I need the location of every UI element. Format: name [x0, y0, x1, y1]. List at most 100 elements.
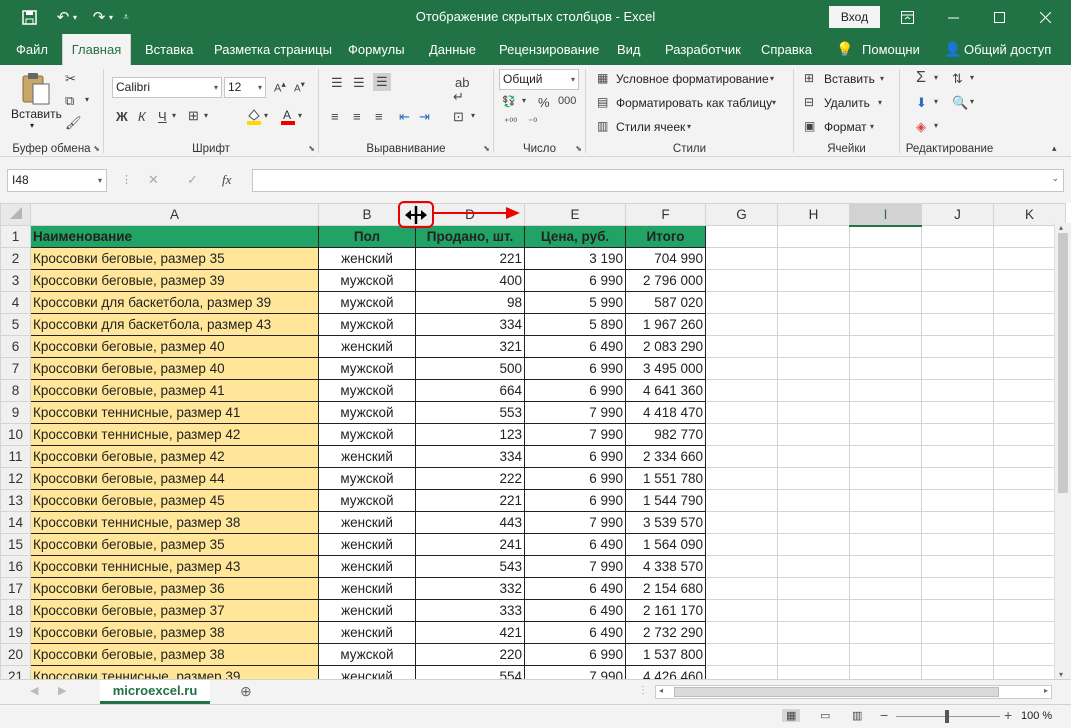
empty-cell[interactable]: [849, 313, 922, 336]
table-header-cell[interactable]: Пол: [318, 225, 416, 248]
table-cell[interactable]: 222: [415, 467, 525, 490]
empty-cell[interactable]: [705, 225, 778, 248]
table-cell[interactable]: 1 564 090: [625, 533, 706, 556]
table-cell[interactable]: Кроссовки беговые, размер 35: [30, 533, 319, 556]
row-header[interactable]: 8: [0, 379, 31, 402]
table-cell[interactable]: 1 544 790: [625, 489, 706, 512]
align-top-icon[interactable]: ☰: [331, 75, 343, 91]
sheet-tab-microexcel[interactable]: microexcel.ru: [100, 680, 210, 704]
empty-cell[interactable]: [849, 269, 922, 292]
insert-cells-button[interactable]: Вставить: [824, 72, 875, 86]
empty-cell[interactable]: [777, 533, 850, 556]
table-cell[interactable]: 421: [415, 621, 525, 644]
table-cell[interactable]: женский: [318, 533, 416, 556]
table-cell[interactable]: 554: [415, 665, 525, 679]
tab-developer[interactable]: Разработчик: [665, 34, 741, 65]
table-cell[interactable]: Кроссовки беговые, размер 37: [30, 599, 319, 622]
table-cell[interactable]: Кроссовки беговые, размер 45: [30, 489, 319, 512]
table-cell[interactable]: 6 990: [524, 643, 626, 666]
table-cell[interactable]: 4 338 570: [625, 555, 706, 578]
table-cell[interactable]: 6 990: [524, 467, 626, 490]
table-cell[interactable]: женский: [318, 555, 416, 578]
empty-cell[interactable]: [777, 445, 850, 468]
table-cell[interactable]: 443: [415, 511, 525, 534]
empty-cell[interactable]: [921, 423, 994, 446]
table-header-cell[interactable]: Продано, шт.: [415, 225, 525, 248]
format-as-table-dropdown-icon[interactable]: ▾: [772, 98, 776, 107]
column-header[interactable]: J: [921, 203, 994, 226]
empty-cell[interactable]: [849, 643, 922, 666]
table-cell[interactable]: 704 990: [625, 247, 706, 270]
empty-cell[interactable]: [849, 533, 922, 556]
empty-cell[interactable]: [921, 247, 994, 270]
table-cell[interactable]: мужской: [318, 291, 416, 314]
wrap-text-icon[interactable]: ↵: [453, 89, 464, 105]
table-header-cell[interactable]: Цена, руб.: [524, 225, 626, 248]
align-right-icon[interactable]: ≡: [375, 109, 383, 124]
table-cell[interactable]: 400: [415, 269, 525, 292]
empty-cell[interactable]: [849, 247, 922, 270]
delete-cells-dropdown-icon[interactable]: ▾: [878, 98, 882, 107]
empty-cell[interactable]: [705, 269, 778, 292]
table-cell[interactable]: 2 083 290: [625, 335, 706, 358]
table-cell[interactable]: Кроссовки беговые, размер 38: [30, 621, 319, 644]
tab-view[interactable]: Вид: [617, 34, 641, 65]
empty-cell[interactable]: [849, 665, 922, 679]
font-color-dropdown-icon[interactable]: ▾: [298, 111, 302, 120]
table-cell[interactable]: мужской: [318, 269, 416, 292]
table-cell[interactable]: Кроссовки для баскетбола, размер 39: [30, 291, 319, 314]
table-cell[interactable]: Кроссовки беговые, размер 35: [30, 247, 319, 270]
underline-button[interactable]: Ч: [158, 109, 167, 124]
empty-cell[interactable]: [705, 489, 778, 512]
fill-color-dropdown-icon[interactable]: ▾: [264, 111, 268, 120]
empty-cell[interactable]: [921, 225, 994, 248]
worksheet-grid[interactable]: A B D E F G H I J K 1 Наименование Пол Прод…: [0, 203, 1071, 679]
underline-dropdown-icon[interactable]: ▾: [172, 111, 176, 120]
cell-styles-dropdown-icon[interactable]: ▾: [687, 122, 691, 131]
empty-cell[interactable]: [849, 599, 922, 622]
tab-review[interactable]: Рецензирование: [499, 34, 599, 65]
empty-cell[interactable]: [705, 533, 778, 556]
table-cell[interactable]: мужской: [318, 423, 416, 446]
scroll-up-icon[interactable]: ▴: [1059, 223, 1063, 232]
row-header[interactable]: 3: [0, 269, 31, 292]
tab-home[interactable]: Главная: [62, 34, 131, 65]
page-layout-view-icon[interactable]: ▭: [820, 709, 830, 722]
table-cell[interactable]: 2 334 660: [625, 445, 706, 468]
clipboard-launcher-icon[interactable]: ⬊: [93, 144, 100, 153]
restore-icon[interactable]: [976, 0, 1022, 34]
share-button[interactable]: Общий доступ: [964, 34, 1051, 65]
table-cell[interactable]: Кроссовки теннисные, размер 42: [30, 423, 319, 446]
row-header[interactable]: 6: [0, 335, 31, 358]
table-cell[interactable]: мужской: [318, 643, 416, 666]
empty-cell[interactable]: [849, 401, 922, 424]
table-cell[interactable]: 7 990: [524, 665, 626, 679]
empty-cell[interactable]: [921, 291, 994, 314]
sort-filter-dropdown-icon[interactable]: ▾: [970, 73, 974, 82]
table-cell[interactable]: женский: [318, 511, 416, 534]
table-cell[interactable]: 2 796 000: [625, 269, 706, 292]
table-cell[interactable]: Кроссовки теннисные, размер 38: [30, 511, 319, 534]
cell-styles-icon[interactable]: ▥: [597, 119, 608, 133]
delete-cells-icon[interactable]: ⊟: [804, 95, 814, 109]
empty-cell[interactable]: [921, 555, 994, 578]
cut-icon[interactable]: ✂: [65, 71, 76, 87]
expand-formula-icon[interactable]: ⌄: [1051, 173, 1059, 184]
conditional-format-dropdown-icon[interactable]: ▾: [770, 74, 774, 83]
column-header-selected[interactable]: I: [849, 203, 922, 227]
fill-icon[interactable]: ⬇: [916, 95, 927, 111]
table-cell[interactable]: 6 490: [524, 533, 626, 556]
empty-cell[interactable]: [705, 577, 778, 600]
row-header[interactable]: 5: [0, 313, 31, 336]
empty-cell[interactable]: [705, 445, 778, 468]
empty-cell[interactable]: [849, 555, 922, 578]
table-cell[interactable]: мужской: [318, 357, 416, 380]
table-cell[interactable]: Кроссовки беговые, размер 39: [30, 269, 319, 292]
format-as-table-icon[interactable]: ▤: [597, 95, 608, 109]
fill-dropdown-icon[interactable]: ▾: [934, 97, 938, 106]
conditional-format-icon[interactable]: ▦: [597, 71, 608, 85]
font-size-combo[interactable]: 12 ▾: [224, 77, 266, 98]
empty-cell[interactable]: [921, 401, 994, 424]
table-cell[interactable]: 6 490: [524, 621, 626, 644]
empty-cell[interactable]: [777, 247, 850, 270]
